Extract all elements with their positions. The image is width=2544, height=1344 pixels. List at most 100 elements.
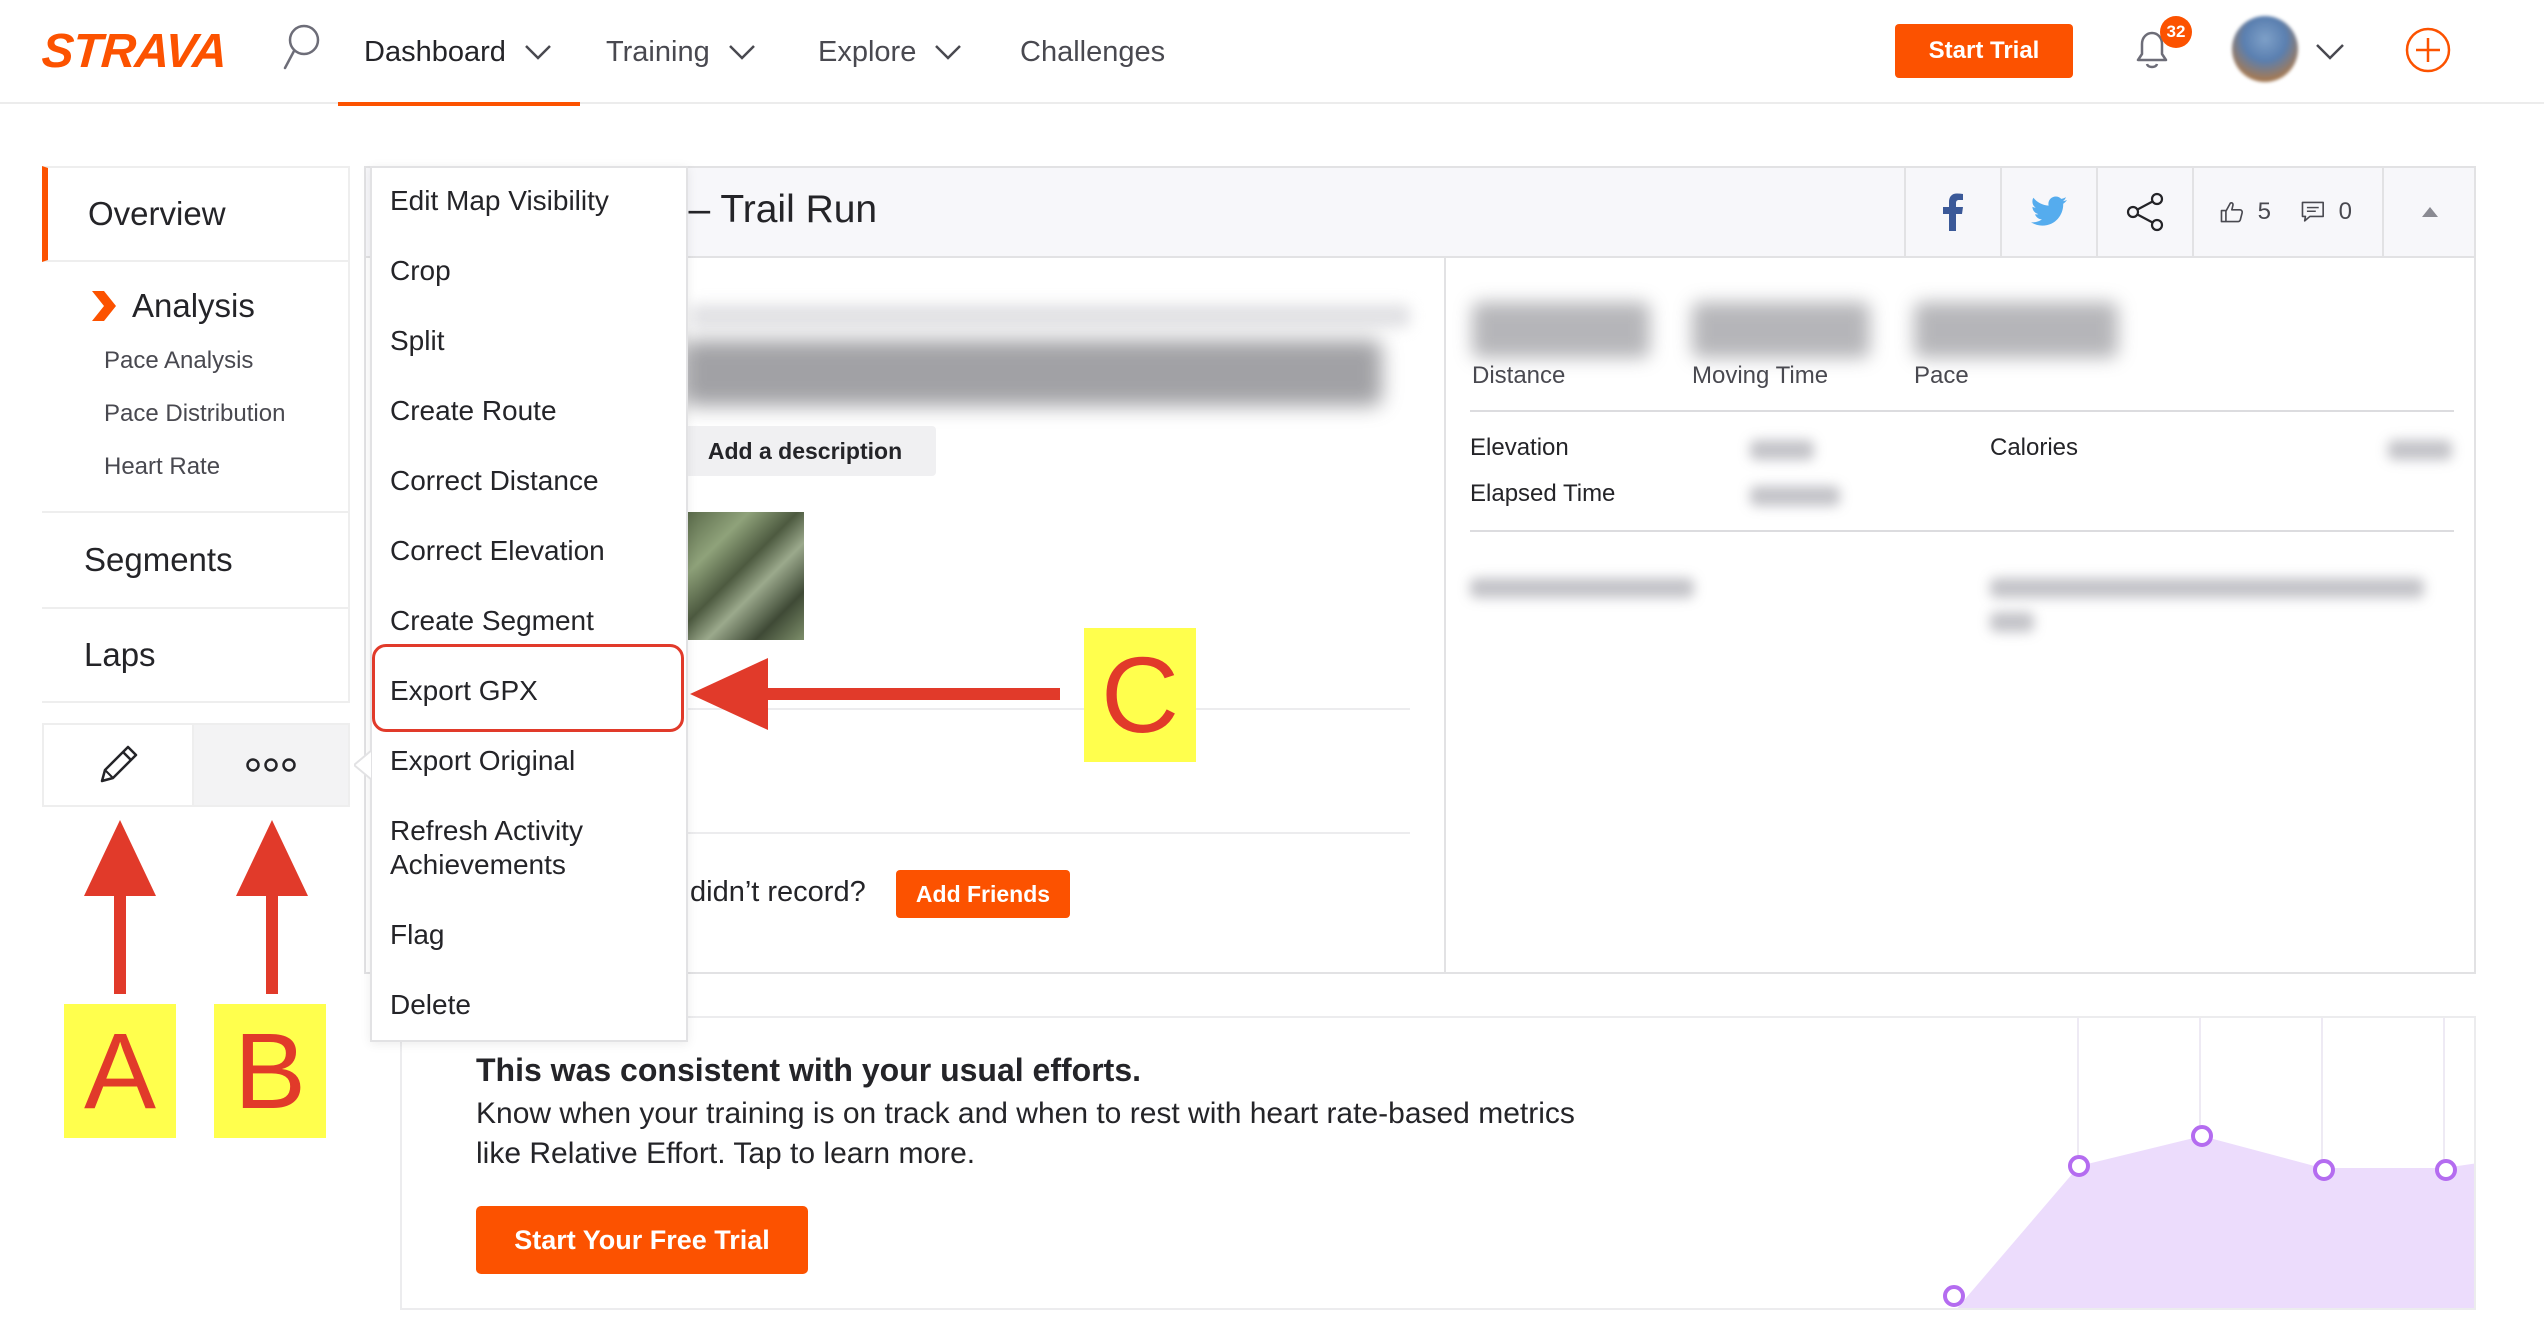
device-info-blurred: [1470, 578, 1694, 598]
chart-point: [2313, 1159, 2335, 1181]
chevron-down-icon[interactable]: [2314, 42, 2346, 62]
relative-effort-promo: This was consistent with your usual effo…: [400, 1016, 2476, 1310]
sidebar-item-laps[interactable]: Laps: [42, 607, 350, 703]
divider: [1470, 530, 2454, 532]
menu-item-export-original[interactable]: Export Original: [390, 744, 575, 778]
export-gpx-highlight: [372, 644, 684, 732]
divider: [666, 708, 1410, 710]
sidebar-item-overview[interactable]: Overview: [42, 166, 350, 262]
menu-caret: [354, 750, 372, 780]
moving-time-label: Moving Time: [1692, 362, 1829, 389]
menu-item-refresh-achievements[interactable]: Refresh Activity Achievements: [390, 814, 583, 882]
menu-item-crop[interactable]: Crop: [390, 254, 451, 288]
menu-item-correct-distance[interactable]: Correct Distance: [390, 464, 599, 498]
activity-stats: Distance Moving Time Pace Elevation Elap…: [1444, 258, 2476, 974]
add-description-button[interactable]: Add a description: [674, 426, 936, 476]
divider: [666, 832, 1410, 834]
add-friends-button[interactable]: Add Friends: [896, 870, 1070, 918]
plus-circle-icon[interactable]: [2404, 26, 2452, 74]
menu-item-create-segment[interactable]: Create Segment: [390, 604, 594, 638]
caret-up-icon: [2422, 207, 2438, 217]
activity-sidebar: Overview Analysis Pace Analysis Pace Dis…: [42, 166, 350, 807]
activity-actions: [42, 723, 350, 807]
pace-value-blurred: [1914, 302, 2118, 358]
sidebar-item-label: Analysis: [132, 287, 255, 324]
didnt-record-text: didn’t record?: [690, 876, 866, 908]
nav-explore-label: Explore: [818, 35, 917, 68]
sidebar-item-heart-rate[interactable]: Heart Rate: [42, 440, 348, 493]
nav-training[interactable]: Training: [606, 0, 756, 104]
annotation-label-c: C: [1084, 628, 1196, 762]
search-icon[interactable]: [280, 22, 324, 74]
nav-explore[interactable]: Explore: [818, 0, 962, 104]
gear-info-blurred: [1990, 612, 2034, 632]
twitter-share-button[interactable]: [2000, 168, 2096, 256]
nav-dashboard-label: Dashboard: [364, 35, 506, 68]
arrow-a-head: [84, 820, 156, 896]
chevron-down-icon: [935, 45, 962, 60]
sidebar-item-pace-analysis[interactable]: Pace Analysis: [42, 334, 348, 387]
top-navigation: STRAVA Dashboard Training Explore Challe…: [0, 0, 2544, 106]
menu-item-label-line: Refresh Activity: [390, 815, 583, 846]
menu-item-flag[interactable]: Flag: [390, 918, 444, 952]
nav-training-label: Training: [606, 35, 710, 68]
share-icon: [2126, 192, 2164, 232]
chart-point: [2435, 1159, 2457, 1181]
menu-item-edit-map-visibility[interactable]: Edit Map Visibility: [390, 184, 609, 218]
promo-title: This was consistent with your usual effo…: [476, 1052, 1141, 1088]
annotation-label-b: B: [214, 1004, 326, 1138]
elevation-value-blurred: [1750, 440, 1814, 460]
facebook-share-button[interactable]: [1904, 168, 2000, 256]
facebook-icon: [1943, 193, 1963, 231]
more-dots-icon: [246, 758, 296, 772]
chart-area-fill: [1957, 1136, 2474, 1308]
pencil-icon: [100, 745, 138, 783]
chart-point: [1943, 1285, 1965, 1307]
promo-body: Know when your training is on track and …: [476, 1097, 1575, 1170]
menu-item-delete[interactable]: Delete: [390, 988, 471, 1022]
menu-item-label-line: Achievements: [390, 849, 566, 880]
sidebar-item-label: Segments: [84, 541, 233, 578]
sidebar-item-analysis[interactable]: Analysis: [42, 278, 348, 334]
collapse-button[interactable]: [2382, 168, 2476, 256]
page-title: n – Trail Run: [656, 188, 878, 231]
kudos-count[interactable]: 5: [2258, 198, 2271, 226]
menu-item-create-route[interactable]: Create Route: [390, 394, 557, 428]
nav-challenges[interactable]: Challenges: [1020, 0, 1165, 104]
activity-photo[interactable]: [688, 512, 804, 640]
calories-label: Calories: [1990, 434, 2079, 461]
sidebar-item-label: Overview: [88, 195, 226, 232]
menu-item-split[interactable]: Split: [390, 324, 444, 358]
notification-badge: 32: [2160, 16, 2192, 48]
elapsed-time-value-blurred: [1750, 486, 1840, 506]
relative-effort-chart: [1943, 1018, 2474, 1308]
thumbs-up-icon[interactable]: [2220, 197, 2244, 227]
arrow-a-shaft: [114, 880, 126, 994]
sidebar-item-segments[interactable]: Segments: [42, 511, 350, 607]
arrow-b-head: [236, 820, 308, 896]
sidebar-item-pace-distribution[interactable]: Pace Distribution: [42, 387, 348, 440]
share-button[interactable]: [2096, 168, 2192, 256]
chart-point: [2068, 1155, 2090, 1177]
comment-count[interactable]: 0: [2339, 198, 2352, 226]
comment-icon[interactable]: [2301, 197, 2325, 227]
active-chevron-icon: [92, 291, 116, 321]
distance-value-blurred: [1472, 302, 1650, 358]
gear-info-blurred: [1990, 578, 2424, 598]
activity-date-blurred: [690, 304, 1410, 328]
more-actions-menu: Edit Map Visibility Crop Split Create Ro…: [370, 166, 688, 1042]
analysis-group: Analysis Pace Analysis Pace Distribution…: [42, 262, 350, 511]
start-free-trial-button[interactable]: Start Your Free Trial: [476, 1206, 808, 1274]
chart-point: [2191, 1125, 2213, 1147]
start-trial-button[interactable]: Start Trial: [1895, 24, 2073, 78]
elevation-label: Elevation: [1470, 434, 1569, 461]
strava-logo[interactable]: STRAVA: [40, 24, 228, 79]
edit-activity-button[interactable]: [44, 725, 194, 805]
avatar[interactable]: [2232, 16, 2298, 82]
menu-item-correct-elevation[interactable]: Correct Elevation: [390, 534, 605, 568]
nav-dashboard[interactable]: Dashboard: [338, 0, 580, 106]
activity-name-blurred: [682, 340, 1382, 406]
calories-value-blurred: [2388, 440, 2452, 460]
more-actions-button[interactable]: [194, 725, 348, 805]
chevron-down-icon: [524, 45, 551, 60]
